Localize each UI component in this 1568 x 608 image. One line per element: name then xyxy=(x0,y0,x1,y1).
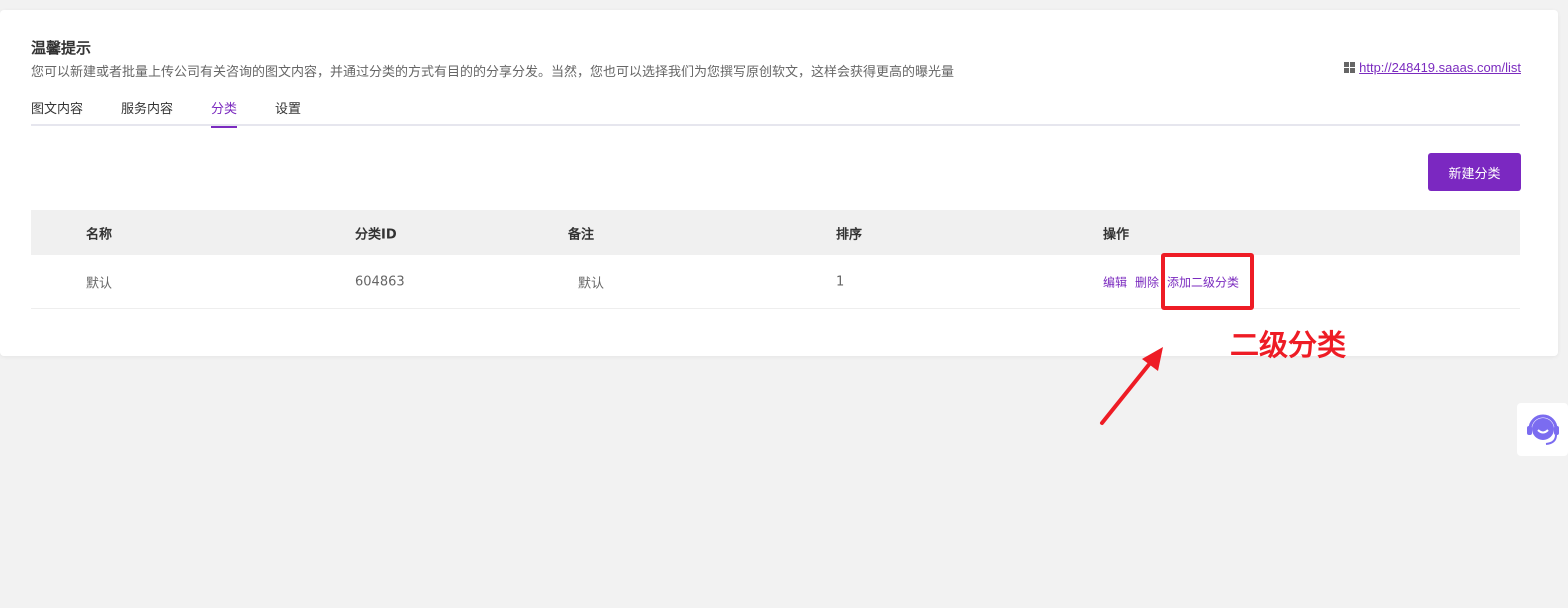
cell-id: 604863 xyxy=(355,274,405,289)
edit-link[interactable]: 编辑 xyxy=(1103,275,1127,289)
annotation-label: 二级分类 xyxy=(1230,328,1347,362)
header-order: 排序 xyxy=(836,227,863,242)
cell-name: 默认 xyxy=(86,276,113,291)
site-link[interactable]: http://248419.saaas.com/list xyxy=(1344,60,1521,75)
delete-link[interactable]: 删除 xyxy=(1135,275,1159,289)
customer-service-button[interactable] xyxy=(1517,403,1568,456)
header-name: 名称 xyxy=(86,227,113,242)
table-row: 默认 604863 默认 1 编辑 删除 添加二级分类 xyxy=(31,255,1520,309)
main-card: 温馨提示 您可以新建或者批量上传公司有关咨询的图文内容，并通过分类的方式有目的的… xyxy=(0,10,1558,356)
header-note: 备注 xyxy=(568,227,595,242)
tip-description: 您可以新建或者批量上传公司有关咨询的图文内容，并通过分类的方式有目的的分享分发。… xyxy=(31,65,955,80)
table-header: 名称 分类ID 备注 排序 操作 xyxy=(31,210,1520,255)
tab-services[interactable]: 服务内容 xyxy=(121,98,173,126)
new-category-button[interactable]: 新建分类 xyxy=(1428,153,1521,191)
tab-categories[interactable]: 分类 xyxy=(211,98,238,128)
tab-articles[interactable]: 图文内容 xyxy=(31,98,83,126)
highlight-box xyxy=(1161,253,1254,310)
cell-order: 1 xyxy=(836,274,845,289)
header-id: 分类ID xyxy=(355,227,397,242)
qrcode-icon[interactable] xyxy=(1344,62,1356,73)
tab-bar: 图文内容 服务内容 分类 设置 xyxy=(31,98,1520,128)
site-link-text[interactable]: http://248419.saaas.com/list xyxy=(1359,60,1521,75)
header-actions: 操作 xyxy=(1103,227,1130,242)
headset-icon[interactable] xyxy=(1524,411,1562,449)
tab-settings[interactable]: 设置 xyxy=(275,98,301,126)
cell-note: 默认 xyxy=(578,276,605,291)
tip-title: 温馨提示 xyxy=(31,39,92,57)
annotation-arrow-icon xyxy=(1100,347,1163,425)
